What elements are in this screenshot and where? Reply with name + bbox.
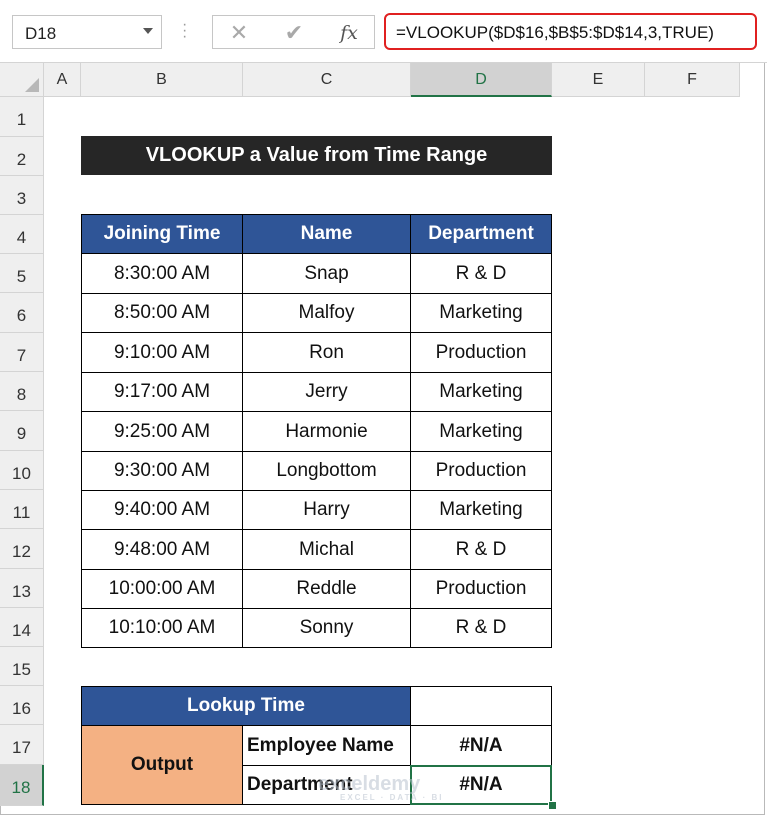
- cell-name[interactable]: Harmonie: [242, 411, 411, 452]
- cell-time[interactable]: 9:17:00 AM: [81, 372, 243, 412]
- name-box[interactable]: D18: [12, 15, 162, 49]
- cell-time[interactable]: 9:48:00 AM: [81, 529, 243, 570]
- row-header-16[interactable]: 16: [0, 686, 44, 725]
- cell-name[interactable]: Harry: [242, 490, 411, 530]
- row-header-6[interactable]: 6: [0, 293, 44, 333]
- select-all-corner[interactable]: [0, 63, 44, 97]
- cell-time[interactable]: 8:50:00 AM: [81, 293, 243, 333]
- fill-handle[interactable]: [548, 801, 557, 810]
- cell-name[interactable]: Jerry: [242, 372, 411, 412]
- formula-buttons: ✕ ✔ fx: [212, 15, 375, 49]
- row-header-10[interactable]: 10: [0, 451, 44, 490]
- cell-time[interactable]: 8:30:00 AM: [81, 253, 243, 294]
- output-label[interactable]: Output: [81, 725, 243, 805]
- lookup-time-label[interactable]: Lookup Time: [81, 686, 411, 726]
- row-header-13[interactable]: 13: [0, 569, 44, 608]
- watermark-name: exceldemy: [318, 773, 421, 795]
- grip-dots-icon[interactable]: · · ·: [182, 17, 187, 45]
- column-header-f[interactable]: F: [645, 63, 740, 97]
- cell-department[interactable]: Production: [410, 451, 552, 491]
- cell-name[interactable]: Sonny: [242, 608, 411, 648]
- cell-name[interactable]: Reddle: [242, 569, 411, 609]
- row-header-9[interactable]: 9: [0, 411, 44, 451]
- column-header-d[interactable]: D: [411, 63, 552, 97]
- cell-time[interactable]: 9:40:00 AM: [81, 490, 243, 530]
- row-header-17[interactable]: 17: [0, 725, 44, 765]
- header-joining-time[interactable]: Joining Time: [81, 214, 243, 254]
- cell-name[interactable]: Ron: [242, 332, 411, 373]
- cell-department[interactable]: R & D: [410, 608, 552, 648]
- cell-department[interactable]: Production: [410, 332, 552, 373]
- cell-time[interactable]: 9:30:00 AM: [81, 451, 243, 491]
- cell-time[interactable]: 10:10:00 AM: [81, 608, 243, 648]
- column-header-c[interactable]: C: [243, 63, 411, 97]
- cell-name[interactable]: Malfoy: [242, 293, 411, 333]
- cell-name[interactable]: Michal: [242, 529, 411, 570]
- row-header-11[interactable]: 11: [0, 490, 44, 529]
- cell-name[interactable]: Longbottom: [242, 451, 411, 491]
- row-header-5[interactable]: 5: [0, 254, 44, 293]
- formula-text: =VLOOKUP($D$16,$B$5:$D$14,3,TRUE): [396, 23, 714, 42]
- column-header-b[interactable]: B: [81, 63, 243, 97]
- chevron-down-icon[interactable]: [143, 28, 153, 34]
- cell-time[interactable]: 10:00:00 AM: [81, 569, 243, 609]
- cell-time[interactable]: 9:25:00 AM: [81, 411, 243, 452]
- check-icon[interactable]: ✔: [274, 20, 314, 46]
- row-header-15[interactable]: 15: [0, 647, 44, 686]
- row-header-7[interactable]: 7: [0, 333, 44, 372]
- row-header-4[interactable]: 4: [0, 215, 44, 254]
- row-header-8[interactable]: 8: [0, 372, 44, 411]
- sheet-title[interactable]: VLOOKUP a Value from Time Range: [81, 136, 552, 175]
- cell-name[interactable]: Snap: [242, 253, 411, 294]
- row-header-1[interactable]: 1: [0, 97, 44, 137]
- lookup-time-input[interactable]: [410, 686, 552, 726]
- cell-department[interactable]: R & D: [410, 253, 552, 294]
- row-header-14[interactable]: 14: [0, 608, 44, 647]
- cell-department[interactable]: Marketing: [410, 411, 552, 452]
- cell-time[interactable]: 9:10:00 AM: [81, 332, 243, 373]
- cell-department[interactable]: Marketing: [410, 372, 552, 412]
- formula-input[interactable]: =VLOOKUP($D$16,$B$5:$D$14,3,TRUE): [384, 13, 757, 50]
- employee-name-result[interactable]: #N/A: [410, 725, 552, 766]
- column-header-a[interactable]: A: [44, 63, 81, 97]
- row-header-12[interactable]: 12: [0, 529, 44, 569]
- employee-name-label[interactable]: Employee Name: [242, 725, 411, 766]
- cell-department[interactable]: Marketing: [410, 293, 552, 333]
- header-department[interactable]: Department: [410, 214, 552, 254]
- insert-function-icon[interactable]: fx: [329, 20, 369, 46]
- watermark-tagline: EXCEL · DATA · BI: [340, 793, 444, 802]
- row-header-3[interactable]: 3: [0, 176, 44, 215]
- name-box-value: D18: [25, 24, 57, 43]
- formula-bar: D18 · · · ✕ ✔ fx =VLOOKUP($D$16,$B$5:$D$14…: [0, 0, 767, 63]
- cell-department[interactable]: Marketing: [410, 490, 552, 530]
- column-header-e[interactable]: E: [552, 63, 645, 97]
- cancel-icon[interactable]: ✕: [219, 20, 259, 46]
- row-header-18[interactable]: 18: [0, 765, 44, 806]
- cell-department[interactable]: Production: [410, 569, 552, 609]
- watermark-logo: exceldemy EXCEL · DATA · BI: [318, 773, 443, 802]
- header-name[interactable]: Name: [242, 214, 411, 254]
- row-header-2[interactable]: 2: [0, 137, 44, 176]
- cell-department[interactable]: R & D: [410, 529, 552, 570]
